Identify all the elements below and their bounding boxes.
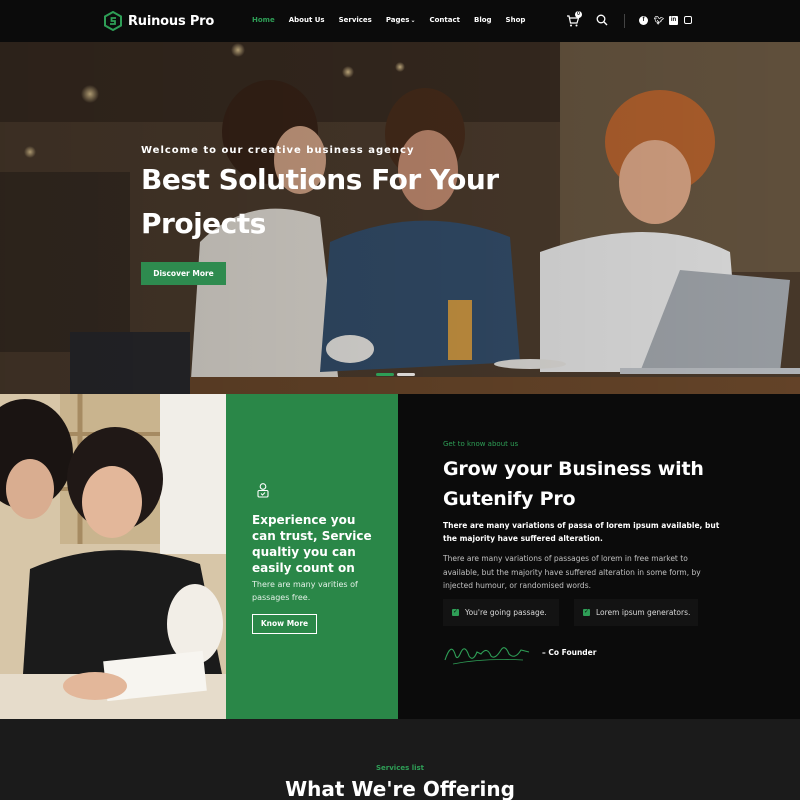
check-icon: ✓ bbox=[583, 609, 590, 616]
site-header: Ruinous Pro Home About Us Services Pages… bbox=[0, 0, 800, 42]
linkedin-icon[interactable]: in bbox=[669, 16, 678, 25]
about-content: Get to know about us Grow your Business … bbox=[398, 394, 800, 719]
signature-label: – Co Founder bbox=[542, 648, 597, 657]
signature-image bbox=[444, 647, 530, 665]
feature-item: ✓ Lorem ipsum generators. bbox=[574, 599, 698, 626]
slider-dot[interactable] bbox=[397, 373, 415, 376]
chevron-down-icon: ⌄ bbox=[410, 17, 416, 24]
social-links: f 🐦︎ in bbox=[639, 16, 692, 25]
nav-shop[interactable]: Shop bbox=[506, 16, 526, 24]
nav-pages-label: Pages bbox=[385, 16, 410, 24]
about-section: Experience you can trust, Service qualti… bbox=[0, 394, 800, 719]
know-more-button[interactable]: Know More bbox=[252, 614, 317, 634]
woman-photo-image bbox=[0, 394, 226, 719]
nav-about-us[interactable]: About Us bbox=[289, 16, 325, 24]
services-kicker: Services list bbox=[375, 764, 424, 772]
service-person-icon bbox=[257, 483, 269, 498]
discover-more-button[interactable]: Discover More bbox=[141, 262, 226, 285]
about-kicker: Get to know about us bbox=[443, 440, 519, 448]
trust-card: Experience you can trust, Service qualti… bbox=[226, 394, 398, 719]
services-section: Services list What We're Offering bbox=[0, 719, 800, 800]
feature-label: Lorem ipsum generators. bbox=[596, 608, 691, 617]
about-photo bbox=[0, 394, 226, 719]
feature-item: ✓ You're going passage. bbox=[443, 599, 559, 626]
brand-name: Ruinous Pro bbox=[128, 13, 215, 29]
twitter-icon[interactable]: 🐦︎ bbox=[654, 16, 664, 25]
about-lead-text: There are many variations of passa of lo… bbox=[443, 521, 720, 543]
nav-contact[interactable]: Contact bbox=[429, 16, 460, 24]
feature-label: You're going passage. bbox=[465, 608, 547, 617]
hero-kicker: Welcome to our creative business agency bbox=[141, 145, 415, 156]
slider-pagination bbox=[376, 373, 415, 376]
facebook-icon[interactable]: f bbox=[639, 16, 648, 25]
nav-services[interactable]: Services bbox=[339, 16, 372, 24]
about-body-text: There are many variations of passages of… bbox=[443, 554, 701, 590]
hero-title: Best Solutions For Your Projects bbox=[141, 163, 499, 240]
services-title: What We're Offering bbox=[285, 777, 515, 800]
nav-blog[interactable]: Blog bbox=[474, 16, 492, 24]
brand-logo[interactable]: Ruinous Pro bbox=[104, 11, 214, 31]
slider-dot[interactable] bbox=[376, 373, 394, 376]
search-icon[interactable] bbox=[596, 14, 608, 26]
nav-pages[interactable]: Pages⌄ bbox=[386, 16, 416, 24]
cart-button[interactable]: 0 bbox=[566, 11, 582, 28]
header-divider bbox=[624, 14, 625, 28]
hero-section: Welcome to our creative business agency … bbox=[0, 42, 800, 394]
instagram-icon[interactable] bbox=[684, 16, 692, 24]
nav-home[interactable]: Home bbox=[252, 16, 275, 24]
logo-icon bbox=[104, 11, 122, 31]
main-nav: Home About Us Services Pages⌄ Contact Bl… bbox=[252, 16, 525, 24]
trust-card-title: Experience you can trust, Service qualti… bbox=[252, 513, 372, 575]
trust-card-text: There are many varities of passages free… bbox=[252, 580, 358, 602]
about-title: Grow your Business with Gutenify Pro bbox=[443, 458, 704, 510]
check-icon: ✓ bbox=[452, 609, 459, 616]
cart-count-badge: 0 bbox=[575, 11, 582, 18]
